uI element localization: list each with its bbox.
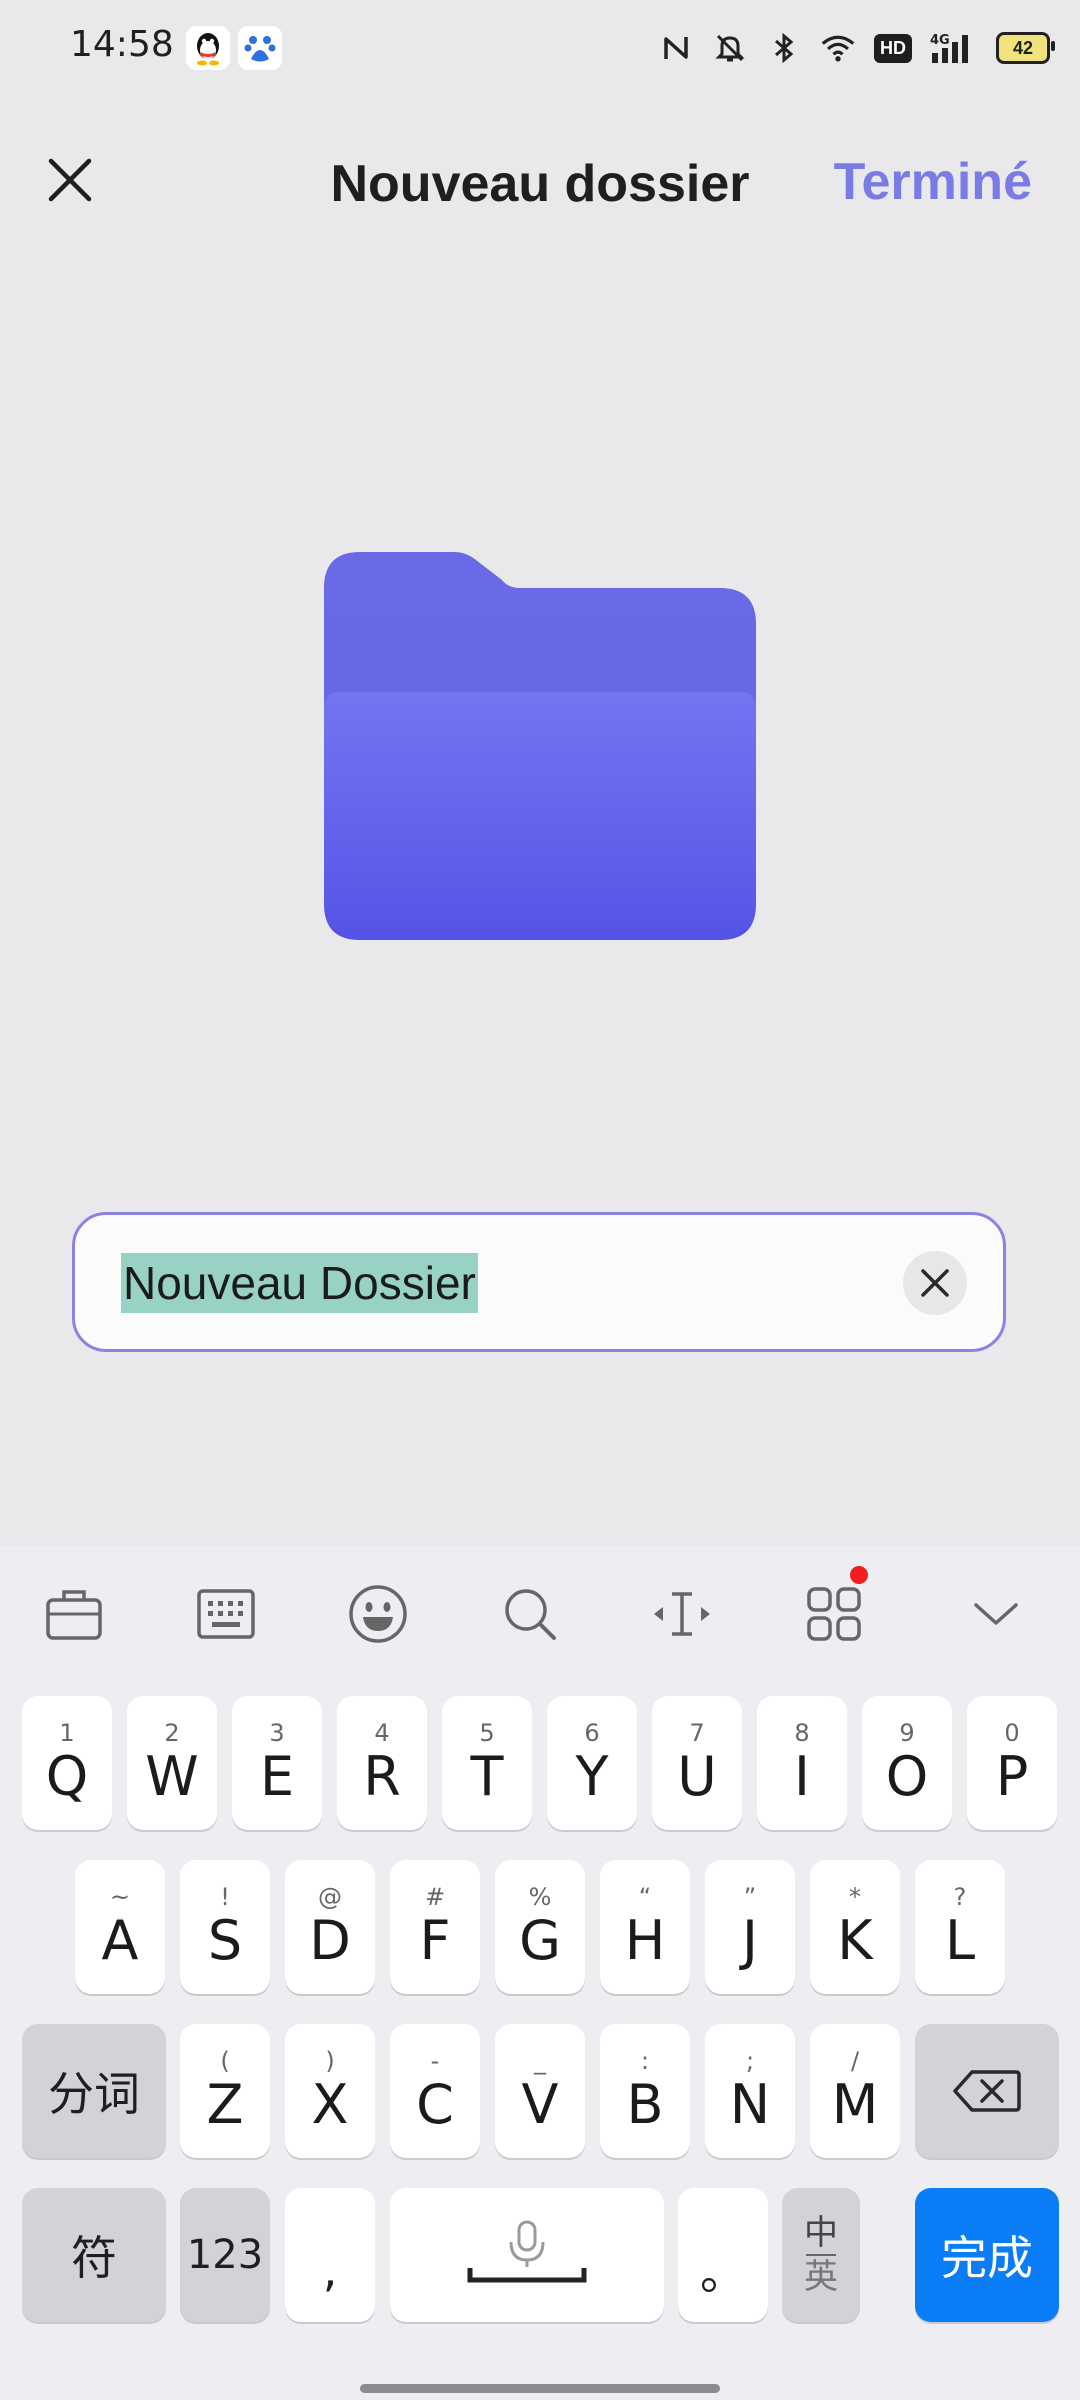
key-a[interactable]: ~ A bbox=[75, 1860, 165, 1994]
folder-name-input[interactable]: Nouveau Dossier bbox=[121, 1253, 478, 1313]
bluetooth-icon bbox=[766, 30, 802, 66]
key-k[interactable]: * K bbox=[810, 1860, 900, 1994]
notification-dot bbox=[850, 1566, 868, 1584]
key-c[interactable]: -C bbox=[390, 2024, 480, 2158]
language-switch-key[interactable]: 中 英 bbox=[782, 2188, 860, 2322]
microphone-icon bbox=[467, 2220, 587, 2283]
mute-icon bbox=[712, 30, 748, 66]
key-q[interactable]: 1Q bbox=[22, 1696, 112, 1830]
search-icon[interactable] bbox=[498, 1582, 562, 1646]
key-e[interactable]: 3E bbox=[232, 1696, 322, 1830]
key-w[interactable]: 2W bbox=[127, 1696, 217, 1830]
key-g[interactable]: % G bbox=[495, 1860, 585, 1994]
baidu-icon bbox=[238, 26, 282, 70]
status-bar: 14:58 HD 4G 42 bbox=[0, 0, 1080, 96]
header-bar: Nouveau dossier Terminé bbox=[0, 120, 1080, 240]
toolbox-icon[interactable] bbox=[42, 1582, 106, 1646]
collapse-icon[interactable] bbox=[964, 1582, 1028, 1646]
status-icons: HD 4G 42 bbox=[658, 28, 1055, 68]
key-y[interactable]: 6Y bbox=[547, 1696, 637, 1830]
cursor-icon[interactable] bbox=[650, 1582, 714, 1646]
folder-icon bbox=[324, 552, 756, 940]
battery-level: 42 bbox=[1012, 37, 1034, 58]
key-d[interactable]: @ D bbox=[285, 1860, 375, 1994]
key-f[interactable]: # F bbox=[390, 1860, 480, 1994]
key-z[interactable]: (Z bbox=[180, 2024, 270, 2158]
home-indicator[interactable] bbox=[360, 2384, 720, 2393]
wifi-icon bbox=[820, 30, 856, 66]
numbers-key[interactable]: 123 bbox=[180, 2188, 270, 2322]
space-key[interactable] bbox=[390, 2188, 664, 2322]
network-type-label: 4G bbox=[930, 33, 950, 48]
folder-name-field[interactable]: Nouveau Dossier bbox=[72, 1212, 1006, 1352]
qq-icon bbox=[186, 26, 230, 70]
backspace-icon bbox=[953, 2070, 1021, 2112]
key-h[interactable]: “H bbox=[600, 1860, 690, 1994]
key-x[interactable]: ) X bbox=[285, 2024, 375, 2158]
key-r[interactable]: 4R bbox=[337, 1696, 427, 1830]
key-u[interactable]: 7U bbox=[652, 1696, 742, 1830]
key-b[interactable]: :B bbox=[600, 2024, 690, 2158]
apps-icon[interactable] bbox=[802, 1582, 866, 1646]
keyboard-toolbar bbox=[0, 1546, 1080, 1676]
emoji-icon[interactable] bbox=[346, 1582, 410, 1646]
clear-input-button[interactable] bbox=[903, 1251, 967, 1315]
key-i[interactable]: 8I bbox=[757, 1696, 847, 1830]
period-key[interactable]: 。 bbox=[678, 2188, 768, 2322]
key-p[interactable]: 0P bbox=[967, 1696, 1057, 1830]
backspace-key[interactable] bbox=[915, 2024, 1059, 2158]
status-time: 14:58 bbox=[70, 24, 174, 65]
done-button[interactable]: Terminé bbox=[834, 152, 1032, 212]
nfc-icon bbox=[658, 30, 694, 66]
battery-icon: 42 bbox=[996, 32, 1055, 64]
key-t[interactable]: 5T bbox=[442, 1696, 532, 1830]
key-s[interactable]: ! S bbox=[180, 1860, 270, 1994]
signal-icon: 4G bbox=[930, 30, 978, 66]
symbols-key[interactable]: 符 bbox=[22, 2188, 166, 2322]
key-m[interactable]: / M bbox=[810, 2024, 900, 2158]
key-o[interactable]: 9O bbox=[862, 1696, 952, 1830]
comma-key[interactable]: , bbox=[285, 2188, 375, 2322]
key-l[interactable]: ? L bbox=[915, 1860, 1005, 1994]
keyboard-done-key[interactable]: 完成 bbox=[915, 2188, 1059, 2322]
soft-keyboard: 1Q 2W 3E 4R 5T 6Y 7U 8I 9O 0P ~ A ! S @ D #… bbox=[0, 1546, 1080, 2400]
key-n[interactable]: ; N bbox=[705, 2024, 795, 2158]
keyboard-icon[interactable] bbox=[194, 1582, 258, 1646]
key-j[interactable]: ” J bbox=[705, 1860, 795, 1994]
hd-icon: HD bbox=[874, 33, 912, 63]
key-v[interactable]: _ V bbox=[495, 2024, 585, 2158]
segment-key[interactable]: 分词 bbox=[22, 2024, 166, 2158]
clear-icon bbox=[921, 1269, 949, 1297]
